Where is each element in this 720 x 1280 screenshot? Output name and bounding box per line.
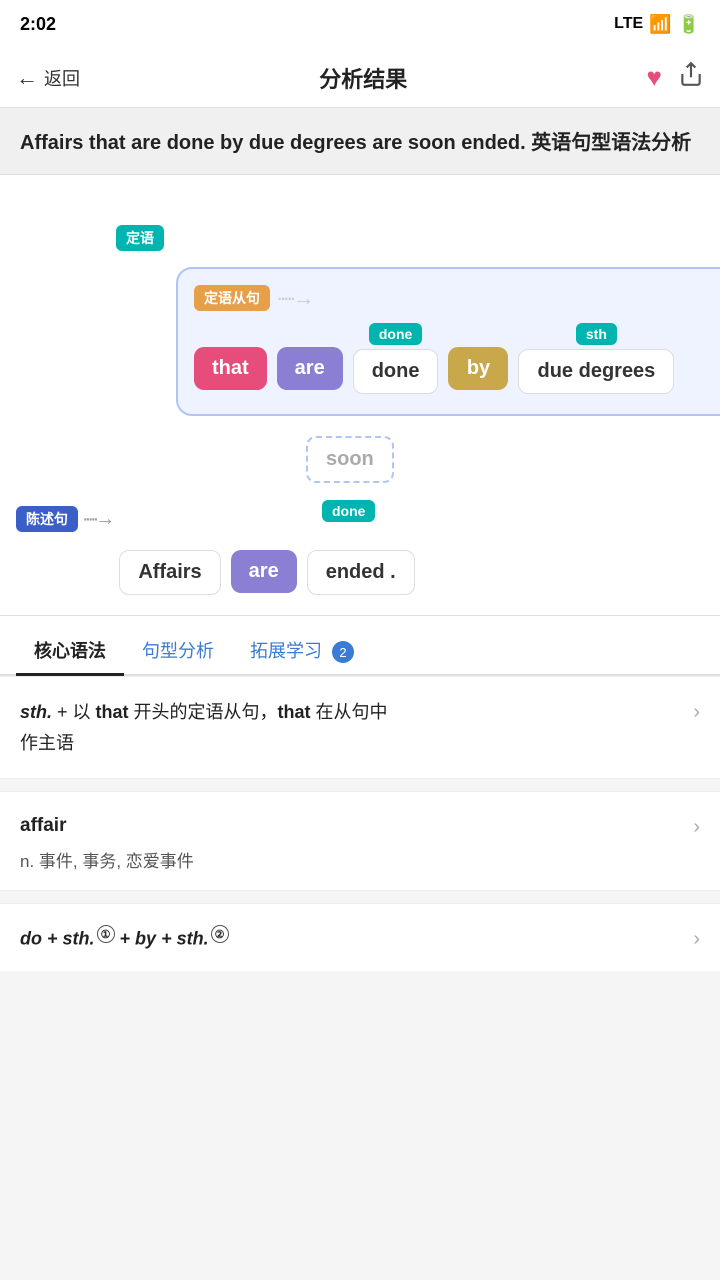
main-clause-badge: 陈述句	[16, 506, 78, 532]
word-definition: n. 事件, 事务, 恋爱事件	[0, 843, 720, 890]
word-are-1[interactable]: are	[277, 347, 343, 390]
attr-badge: 定语	[116, 225, 164, 251]
token-are-1: are	[277, 323, 343, 390]
word-due-degrees[interactable]: due degrees	[518, 349, 674, 394]
relative-clause-box: 定语从句 ·····→ that are	[176, 267, 720, 416]
word-title: affair	[20, 815, 66, 837]
sentence-header: Affairs that are done by due degrees are…	[0, 108, 720, 175]
favorite-button[interactable]: ♥	[647, 61, 662, 94]
word-done-1[interactable]: done	[353, 349, 439, 394]
dashed-arrow: ·····→	[276, 285, 311, 311]
header-actions: ♥	[647, 61, 704, 94]
lte-icon: LTE	[614, 15, 643, 33]
dyc-label-row: 定语从句 ·····→	[194, 285, 720, 311]
tab-extended-badge: 2	[332, 641, 354, 663]
token-are-2: are	[231, 526, 297, 593]
tabs-bar: 核心语法 句型分析 拓展学习 2	[0, 616, 720, 676]
share-button[interactable]	[678, 61, 704, 94]
sentence-subtitle: 英语句型语法分析	[531, 132, 691, 154]
token-that: that	[194, 323, 267, 390]
sentence-title: Affairs that are done by due degrees are…	[20, 128, 700, 158]
tab-extended-label: 拓展学习	[250, 641, 322, 661]
word-ended[interactable]: ended .	[307, 550, 415, 595]
sentence-english: Affairs that are done by due degrees are…	[20, 132, 526, 154]
tab-extended-learning[interactable]: 拓展学习 2	[232, 627, 372, 676]
word-chevron-icon: ›	[693, 816, 700, 839]
token-due-degrees: sth due degrees	[518, 323, 674, 394]
word-affairs[interactable]: Affairs	[119, 550, 220, 595]
word-card-top[interactable]: affair ›	[0, 792, 720, 843]
battery-icon: 🔋	[678, 14, 700, 35]
tab-sentence-label: 句型分析	[142, 641, 214, 661]
header: ← 返回 分析结果 ♥	[0, 48, 720, 108]
formula-text: do + sth.① + by + sth.②	[20, 925, 229, 950]
status-bar: 2:02 LTE 📶 🔋	[0, 0, 720, 48]
clause-tokens: that are done done by	[194, 323, 720, 394]
back-button[interactable]: ← 返回	[16, 65, 80, 91]
word-are-2[interactable]: are	[231, 550, 297, 593]
grammar-chevron-icon: ›	[693, 701, 700, 724]
grammar-card[interactable]: sth. + 以 that 开头的定语从句，that 在从句中作主语 ›	[0, 676, 720, 779]
word-card[interactable]: affair › n. 事件, 事务, 恋爱事件	[0, 791, 720, 891]
tab-sentence-analysis[interactable]: 句型分析	[124, 627, 232, 676]
word-by[interactable]: by	[448, 347, 508, 390]
grammar-text: sth. + 以 that 开头的定语从句，that 在从句中作主语	[20, 697, 681, 758]
token-done-1: done done	[353, 323, 439, 394]
main-tokens: Affairs are ended .	[119, 526, 414, 595]
tab-core-grammar[interactable]: 核心语法	[16, 627, 124, 676]
signal-icon: 📶	[649, 14, 671, 35]
done-badge-2: done	[322, 500, 375, 522]
tab-core-grammar-label: 核心语法	[34, 641, 106, 661]
back-arrow-icon: ←	[16, 65, 38, 91]
sup-2: ②	[211, 925, 229, 943]
diagram-wrapper: 定语 定语从句 ·····→ that	[16, 225, 704, 595]
status-right: LTE 📶 🔋	[614, 14, 700, 35]
token-ended: ended .	[307, 526, 415, 595]
diagram-area: 定语 定语从句 ·····→ that	[0, 175, 720, 616]
token-affairs: Affairs	[119, 526, 220, 595]
formula-card[interactable]: do + sth.① + by + sth.② ›	[0, 903, 720, 971]
main-arrow: ·····→	[82, 508, 111, 531]
dyc-badge: 定语从句	[194, 285, 270, 311]
formula-chevron-icon: ›	[693, 928, 700, 951]
status-time: 2:02	[20, 14, 56, 35]
sth-badge-1: sth	[576, 323, 617, 345]
token-by: by	[448, 323, 508, 390]
sup-1: ①	[97, 925, 115, 943]
adverb-soon: soon	[306, 436, 394, 483]
word-that[interactable]: that	[194, 347, 267, 390]
back-label: 返回	[44, 65, 80, 91]
done-badge-1: done	[369, 323, 422, 345]
page-title: 分析结果	[319, 62, 407, 94]
